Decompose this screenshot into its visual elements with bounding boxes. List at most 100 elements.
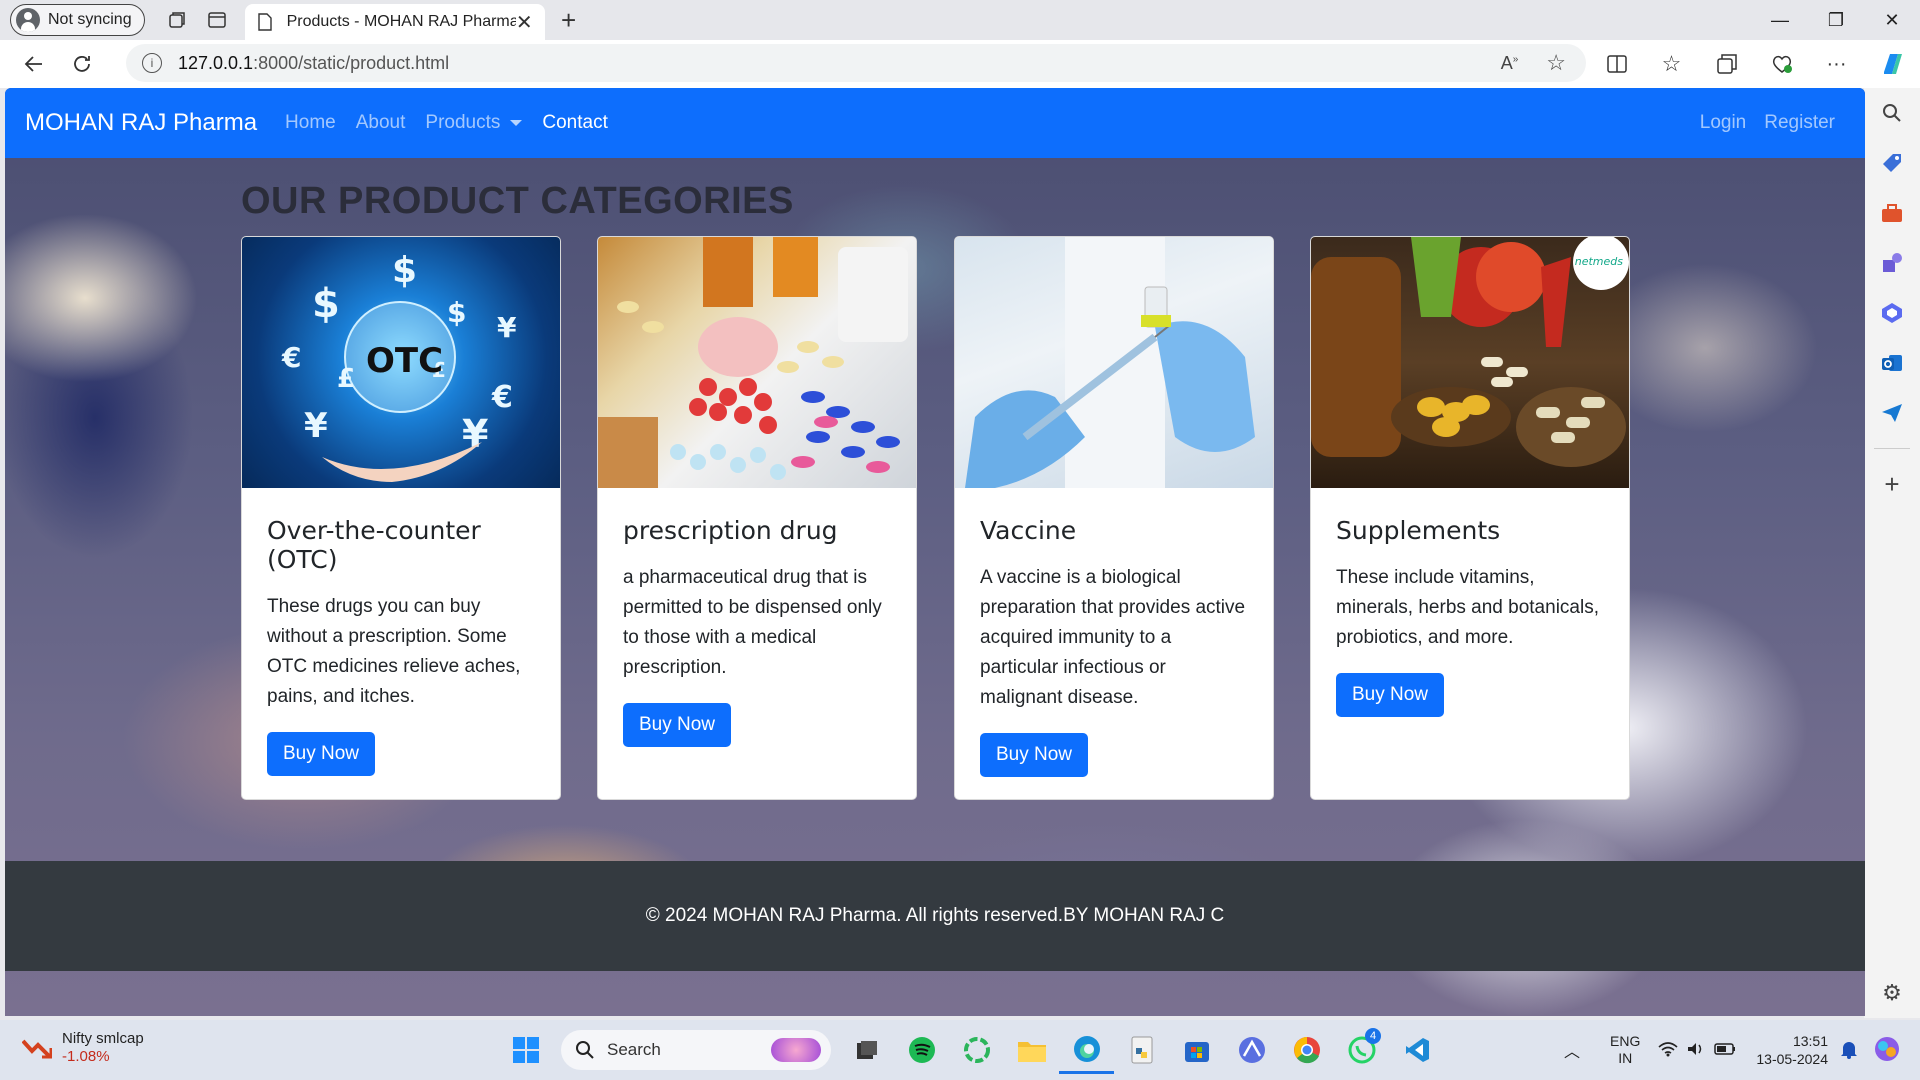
- chevron-up-icon[interactable]: ︿: [1564, 1038, 1580, 1062]
- copilot-app-icon[interactable]: [1224, 1026, 1279, 1074]
- copilot-preview-icon[interactable]: [1874, 1036, 1900, 1065]
- svg-text:$: $: [447, 296, 466, 329]
- microsoft-store-icon[interactable]: [1169, 1026, 1224, 1074]
- chrome-icon[interactable]: [1279, 1026, 1334, 1074]
- minimize-icon[interactable]: —: [1752, 0, 1808, 40]
- stock-widget[interactable]: Nifty smlcap -1.08%: [22, 1030, 144, 1066]
- otc-image: $ $ $ € ¥ € ¥ ¥ £ £ OTC: [242, 237, 560, 488]
- add-sidebar-app-icon[interactable]: +: [1864, 459, 1920, 509]
- volume-icon[interactable]: [1686, 1041, 1706, 1060]
- nav-contact[interactable]: Contact: [542, 112, 607, 134]
- microsoft-365-icon[interactable]: [1864, 288, 1920, 338]
- nav-about[interactable]: About: [356, 112, 406, 134]
- edge-icon[interactable]: [1059, 1026, 1114, 1074]
- vscode-icon[interactable]: [1389, 1026, 1444, 1074]
- card-text: These drugs you can buy without a prescr…: [267, 596, 521, 707]
- tab-title: Products - MOHAN RAJ Pharma: [286, 13, 516, 30]
- site-brand[interactable]: MOHAN RAJ Pharma: [25, 109, 257, 137]
- browser-tab-bar: Not syncing Products - MOHAN RAJ Pharma …: [0, 0, 1920, 40]
- nav-register[interactable]: Register: [1764, 112, 1835, 134]
- workspaces-icon[interactable]: [157, 0, 197, 40]
- clock-date: 13-05-2024: [1756, 1051, 1828, 1067]
- buy-now-button-supplements[interactable]: Buy Now: [1336, 673, 1445, 717]
- browser-essentials-icon[interactable]: [1754, 40, 1809, 88]
- close-tab-icon[interactable]: ✕: [516, 10, 533, 35]
- outlook-icon[interactable]: [1864, 338, 1920, 388]
- widget-title: Nifty smlcap: [62, 1030, 144, 1047]
- restore-icon[interactable]: ❐: [1808, 0, 1864, 40]
- spotify-icon[interactable]: [894, 1026, 949, 1074]
- svg-text:¥: ¥: [304, 406, 328, 446]
- product-card-vaccine: Vaccine A vaccine is a biological prepar…: [954, 236, 1274, 800]
- profile-avatar-icon: [16, 8, 40, 32]
- url-field[interactable]: i 127.0.0.1:8000/static/product.html A» …: [126, 44, 1586, 82]
- clock[interactable]: 13:51 13-05-2024: [1756, 1032, 1828, 1068]
- search-icon[interactable]: [1864, 88, 1920, 138]
- card-text: These include vitamins, minerals, herbs …: [1336, 567, 1599, 648]
- windows-taskbar: Nifty smlcap -1.08% Search 4 ︿ ENG IN 13…: [0, 1020, 1920, 1080]
- product-card-supplements: netmeds Supplements These include vitami…: [1310, 236, 1630, 800]
- start-windows-icon[interactable]: [498, 1026, 553, 1074]
- taskbar-search[interactable]: Search: [561, 1030, 831, 1070]
- favorite-star-icon[interactable]: ☆: [1546, 50, 1566, 76]
- page-icon: [257, 13, 272, 31]
- supplements-image: netmeds: [1311, 237, 1629, 488]
- buy-now-button-vaccine[interactable]: Buy Now: [980, 733, 1089, 777]
- more-options-icon[interactable]: ···: [1809, 40, 1864, 88]
- favorites-icon[interactable]: ☆: [1644, 40, 1699, 88]
- product-card-prescription: prescription drug a pharmaceutical drug …: [597, 236, 917, 800]
- collections-icon[interactable]: [1699, 40, 1754, 88]
- battery-icon[interactable]: [1714, 1042, 1736, 1059]
- footer-text: © 2024 MOHAN RAJ Pharma. All rights rese…: [645, 905, 1225, 926]
- url-host: 127.0.0.1: [178, 52, 254, 73]
- site-navbar: MOHAN RAJ Pharma Home About Products Con…: [5, 88, 1865, 158]
- lang-line1: ENG: [1610, 1033, 1641, 1049]
- profile-button[interactable]: Not syncing: [10, 4, 145, 36]
- tab-actions-icon[interactable]: [197, 0, 237, 40]
- file-explorer-icon[interactable]: [1004, 1026, 1059, 1074]
- python-file-icon[interactable]: [1114, 1026, 1169, 1074]
- copilot-icon[interactable]: [1872, 46, 1912, 82]
- refresh-app-icon[interactable]: [949, 1026, 1004, 1074]
- close-window-icon[interactable]: ✕: [1864, 0, 1920, 40]
- back-icon[interactable]: [10, 44, 58, 84]
- product-card-otc: $ $ $ € ¥ € ¥ ¥ £ £ OTC Over-the-counter…: [241, 236, 561, 800]
- nav-login[interactable]: Login: [1700, 112, 1747, 134]
- language-indicator[interactable]: ENG IN: [1610, 1033, 1640, 1067]
- wifi-icon[interactable]: [1658, 1041, 1678, 1060]
- card-title: Vaccine: [980, 516, 1077, 545]
- split-screen-icon[interactable]: [1589, 40, 1644, 88]
- svg-text:€: €: [281, 341, 301, 374]
- send-icon[interactable]: [1864, 388, 1920, 438]
- tab-products[interactable]: Products - MOHAN RAJ Pharma ✕: [244, 4, 545, 40]
- browser-toolbar-icons: ☆ ···: [1589, 40, 1864, 88]
- refresh-icon[interactable]: [58, 44, 106, 84]
- svg-text:¥: ¥: [462, 412, 488, 456]
- address-toolbar: i 127.0.0.1:8000/static/product.html A» …: [0, 40, 1920, 88]
- whatsapp-badge: 4: [1365, 1028, 1381, 1044]
- netmeds-logo: netmeds: [1574, 255, 1623, 268]
- task-view-icon[interactable]: [839, 1026, 894, 1074]
- buy-now-button-otc[interactable]: Buy Now: [267, 732, 376, 776]
- site-info-icon[interactable]: i: [142, 53, 162, 73]
- card-body: Vaccine A vaccine is a biological prepar…: [955, 488, 1273, 799]
- nav-home[interactable]: Home: [285, 112, 336, 134]
- tools-briefcase-icon[interactable]: [1864, 188, 1920, 238]
- taskbar-apps: Search 4: [498, 1026, 1444, 1074]
- widget-value: -1.08%: [62, 1048, 110, 1065]
- sidebar-settings-gear-icon[interactable]: ⚙: [1864, 968, 1920, 1018]
- notification-bell-icon[interactable]: [1840, 1039, 1858, 1062]
- nav-products-dropdown[interactable]: Products: [425, 112, 523, 134]
- svg-text:$: $: [312, 281, 340, 327]
- nav-products-label: Products: [425, 112, 501, 133]
- whatsapp-icon[interactable]: 4: [1334, 1026, 1389, 1074]
- games-icon[interactable]: [1864, 238, 1920, 288]
- window-controls: — ❐ ✕: [1752, 0, 1920, 40]
- pills-image: [598, 237, 916, 488]
- shopping-tag-icon[interactable]: [1864, 138, 1920, 188]
- site-footer: © 2024 MOHAN RAJ Pharma. All rights rese…: [5, 861, 1865, 971]
- stock-trend-icon: [22, 1039, 52, 1059]
- read-aloud-icon[interactable]: A»: [1501, 53, 1519, 74]
- buy-now-button-prescription[interactable]: Buy Now: [623, 703, 732, 747]
- new-tab-icon[interactable]: +: [549, 0, 589, 40]
